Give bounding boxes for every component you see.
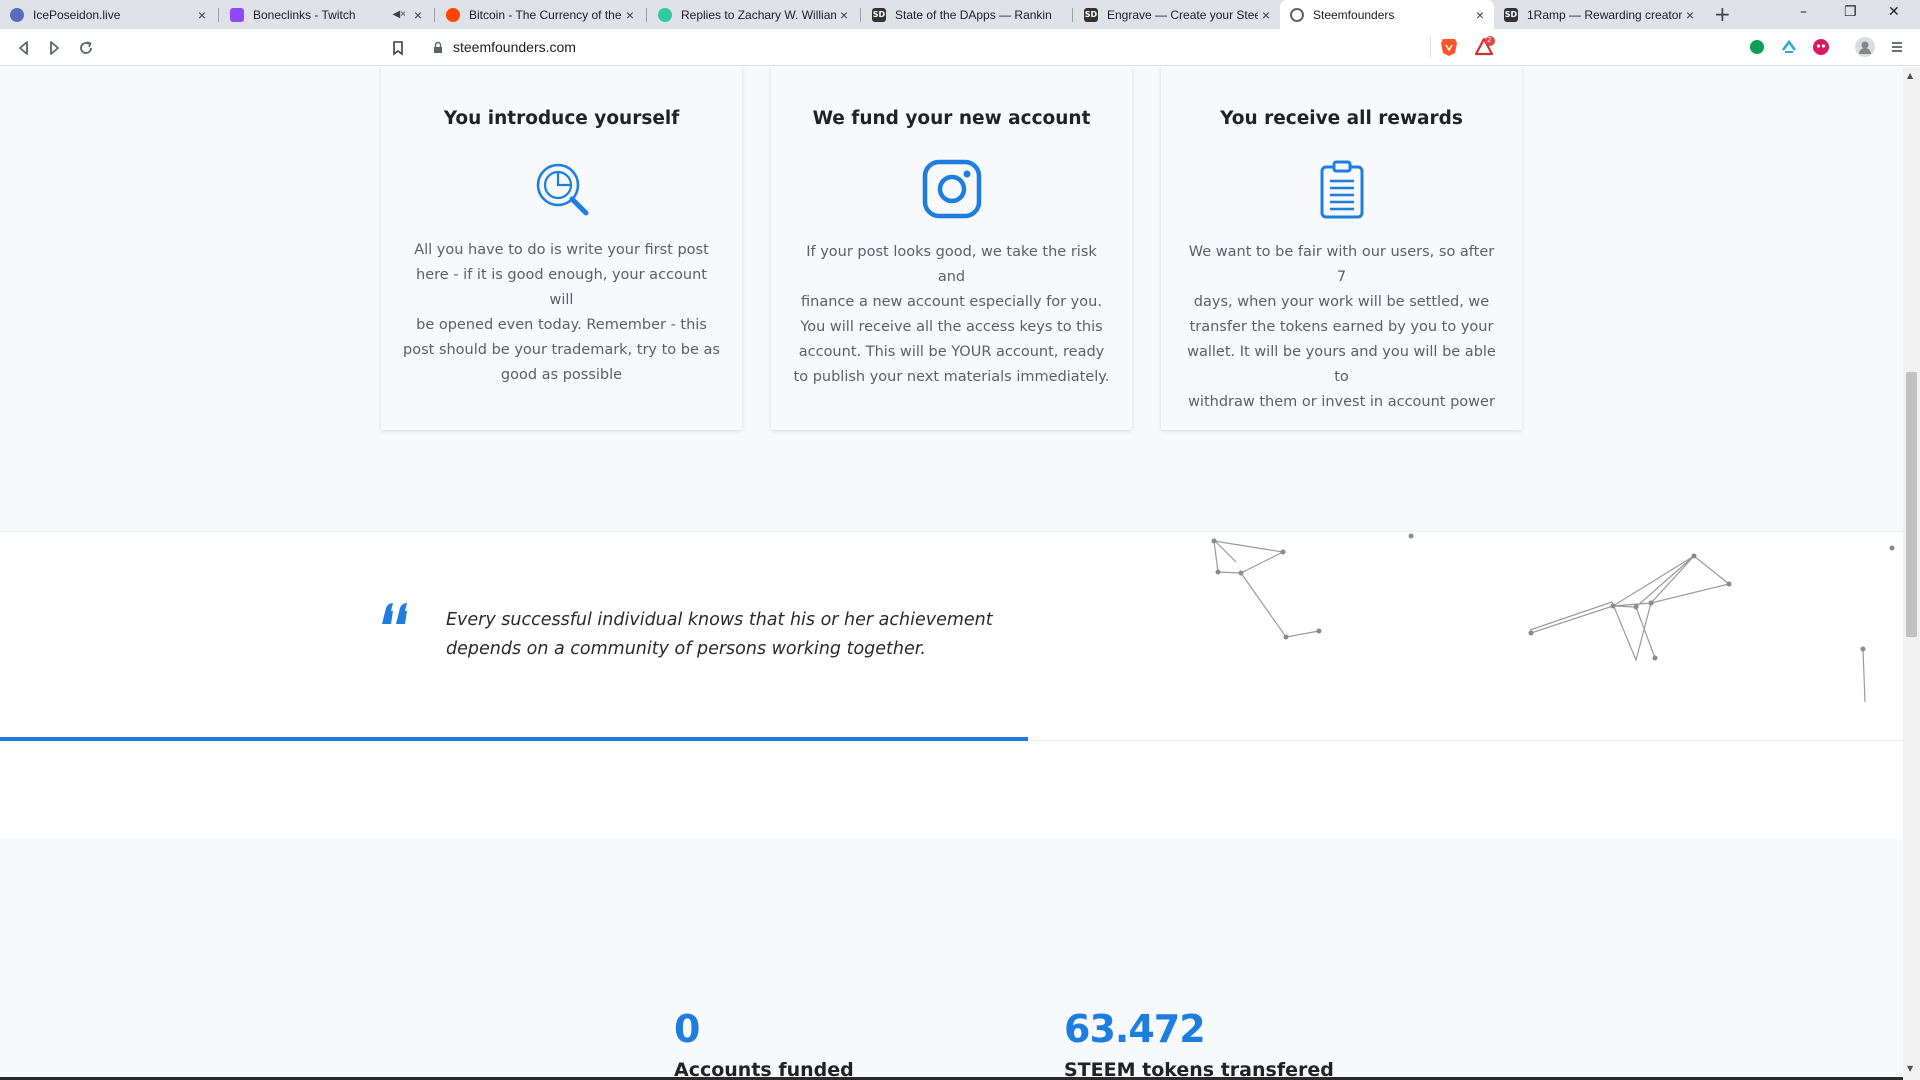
feature-line: All you have to do is write your first p… bbox=[414, 242, 709, 258]
tab-replies[interactable]: Replies to Zachary W. William × bbox=[648, 0, 858, 29]
feature-line: transfer the tokens earned by you to you… bbox=[1189, 319, 1494, 335]
close-window-button[interactable]: ✕ bbox=[1888, 4, 1900, 20]
feature-line: be opened even today. Remember - this bbox=[416, 317, 707, 333]
extension-arrows-icon[interactable] bbox=[1780, 38, 1798, 56]
globe-icon bbox=[1290, 7, 1304, 22]
tab-title: Replies to Zachary W. William bbox=[681, 7, 836, 22]
stat-value: 63.472 bbox=[1064, 1007, 1206, 1051]
spacer-section bbox=[0, 742, 1903, 839]
stat-accounts-funded: 0 Accounts funded bbox=[674, 1007, 854, 1080]
tab-title: Engrave — Create your Steem bbox=[1107, 7, 1258, 22]
tab-title: State of the DApps — Rankin bbox=[895, 7, 1052, 22]
feature-line: here - if it is good enough, your accoun… bbox=[416, 267, 707, 308]
feature-card-introduce: You introduce yourself All you have to d… bbox=[381, 67, 742, 430]
tab-title: Steemfounders bbox=[1313, 7, 1395, 22]
brave-rewards-icon[interactable] bbox=[1474, 36, 1496, 56]
rewards-badge-count: 2 bbox=[1487, 36, 1492, 44]
tab-strip: IcePoseidon.live × Boneclinks - Twitch ◀… bbox=[0, 0, 1920, 29]
tab-steemfounders[interactable]: Steemfounders × bbox=[1280, 0, 1494, 29]
feature-title: We fund your new account bbox=[812, 108, 1091, 129]
quote-line: Every successful individual knows that h… bbox=[446, 610, 993, 630]
close-tab-icon[interactable]: × bbox=[1682, 7, 1698, 23]
feature-line: post should be your trademark, try to be… bbox=[403, 342, 720, 358]
quote-icon bbox=[382, 603, 407, 624]
close-tab-icon[interactable]: × bbox=[836, 7, 852, 23]
search-chart-icon bbox=[536, 163, 589, 216]
new-tab-button[interactable]: + bbox=[1714, 2, 1731, 26]
close-tab-icon[interactable]: × bbox=[1472, 7, 1488, 23]
quote-line: depends on a community of persons workin… bbox=[446, 639, 926, 659]
clipboard-icon bbox=[1320, 160, 1364, 219]
extension-pink-icon[interactable] bbox=[1812, 38, 1830, 56]
tab-twitch[interactable]: Boneclinks - Twitch ◀× × bbox=[220, 0, 432, 29]
close-tab-icon[interactable]: × bbox=[1258, 7, 1274, 23]
vertical-scrollbar[interactable]: ▲ ▼ bbox=[1903, 67, 1920, 1080]
extension-green-icon[interactable] bbox=[1749, 39, 1765, 55]
feature-line: account. This will be YOUR account, read… bbox=[798, 344, 1105, 360]
browser-toolbar: steemfounders.com 2 bbox=[0, 29, 1920, 66]
scroll-down-arrow-icon[interactable]: ▼ bbox=[1907, 1064, 1913, 1073]
feature-line: We want to be fair with our users, so af… bbox=[1188, 244, 1495, 285]
tab-engrave[interactable]: SD Engrave — Create your Steem × bbox=[1074, 0, 1280, 29]
feature-line: days, when your work will be settled, we bbox=[1193, 294, 1490, 310]
globe-icon bbox=[10, 7, 24, 22]
sd-icon: SD bbox=[872, 7, 886, 22]
tab-state-of-dapps[interactable]: SD State of the DApps — Rankin bbox=[862, 0, 1070, 29]
tab-title: IcePoseidon.live bbox=[33, 7, 121, 22]
reload-icon[interactable] bbox=[76, 38, 96, 58]
feature-line: wallet. It will be yours and you will be… bbox=[1187, 344, 1496, 385]
feature-line: withdraw them or invest in account power bbox=[1188, 394, 1495, 410]
minimize-button[interactable]: – bbox=[1800, 4, 1807, 20]
tab-title: Boneclinks - Twitch bbox=[253, 7, 356, 22]
feature-line: to publish your next materials immediate… bbox=[793, 369, 1110, 385]
feature-line: good as possible bbox=[500, 367, 623, 383]
scrollbar-thumb[interactable] bbox=[1906, 372, 1917, 637]
tab-title: Bitcoin - The Currency of the bbox=[469, 7, 622, 22]
feature-description: We want to be fair with our users, so af… bbox=[1183, 240, 1500, 415]
brave-shields-icon[interactable] bbox=[1440, 37, 1458, 57]
stats-section: 0 Accounts funded 63.472 STEEM tokens tr… bbox=[0, 839, 1903, 1080]
feature-line: If your post looks good, we take the ris… bbox=[806, 244, 1097, 285]
tab-1ramp[interactable]: SD 1Ramp — Rewarding creators × bbox=[1494, 0, 1704, 29]
twitch-icon bbox=[230, 7, 244, 22]
speaker-muted-icon[interactable]: ◀× bbox=[392, 9, 406, 20]
stat-value: 0 bbox=[674, 1007, 700, 1051]
feature-description: All you have to do is write your first p… bbox=[403, 238, 720, 388]
feature-card-rewards: You receive all rewards We want to be fa… bbox=[1161, 67, 1522, 430]
feature-line: You will receive all the access keys to … bbox=[800, 319, 1103, 335]
restore-button[interactable]: ❐ bbox=[1844, 4, 1857, 20]
quote-text: Every successful individual knows that h… bbox=[446, 606, 1046, 664]
reddit-icon bbox=[446, 7, 460, 22]
menu-icon[interactable] bbox=[1890, 40, 1904, 54]
sd-icon: SD bbox=[1084, 7, 1098, 22]
tab-bitcoin[interactable]: Bitcoin - The Currency of the × bbox=[436, 0, 644, 29]
feature-line: finance a new account especially for you… bbox=[801, 294, 1102, 310]
bookmark-icon[interactable] bbox=[388, 38, 408, 58]
profile-avatar-icon[interactable] bbox=[1855, 37, 1875, 57]
instagram-icon bbox=[922, 159, 982, 219]
sd-icon: SD bbox=[1504, 7, 1518, 22]
back-icon[interactable] bbox=[14, 38, 34, 58]
close-tab-icon[interactable]: × bbox=[410, 7, 426, 23]
feature-description: If your post looks good, we take the ris… bbox=[793, 240, 1110, 390]
feature-title: You receive all rewards bbox=[1220, 108, 1463, 129]
stat-steem-transferred: 63.472 STEEM tokens transfered bbox=[1064, 1007, 1334, 1080]
slider-progress-fill bbox=[0, 737, 1028, 741]
close-tab-icon[interactable]: × bbox=[194, 7, 210, 23]
tab-title: 1Ramp — Rewarding creators bbox=[1527, 7, 1682, 22]
slider-progress-bar bbox=[0, 737, 1903, 741]
how-it-works-section: You introduce yourself All you have to d… bbox=[0, 67, 1903, 531]
address-bar[interactable]: steemfounders.com bbox=[420, 33, 1430, 61]
quote-section: Every successful individual knows that h… bbox=[0, 531, 1903, 741]
url-text: steemfounders.com bbox=[453, 39, 576, 55]
forward-icon[interactable] bbox=[44, 38, 64, 58]
feature-card-fund: We fund your new account If your post lo… bbox=[771, 67, 1132, 430]
page-viewport: You introduce yourself All you have to d… bbox=[0, 67, 1903, 1080]
lock-icon bbox=[434, 41, 442, 53]
close-tab-icon[interactable]: × bbox=[622, 7, 638, 23]
tab-iceposeidon[interactable]: IcePoseidon.live × bbox=[0, 0, 216, 29]
feature-title: You introduce yourself bbox=[443, 108, 680, 129]
circle-icon bbox=[658, 7, 672, 22]
scroll-up-arrow-icon[interactable]: ▲ bbox=[1907, 71, 1913, 80]
